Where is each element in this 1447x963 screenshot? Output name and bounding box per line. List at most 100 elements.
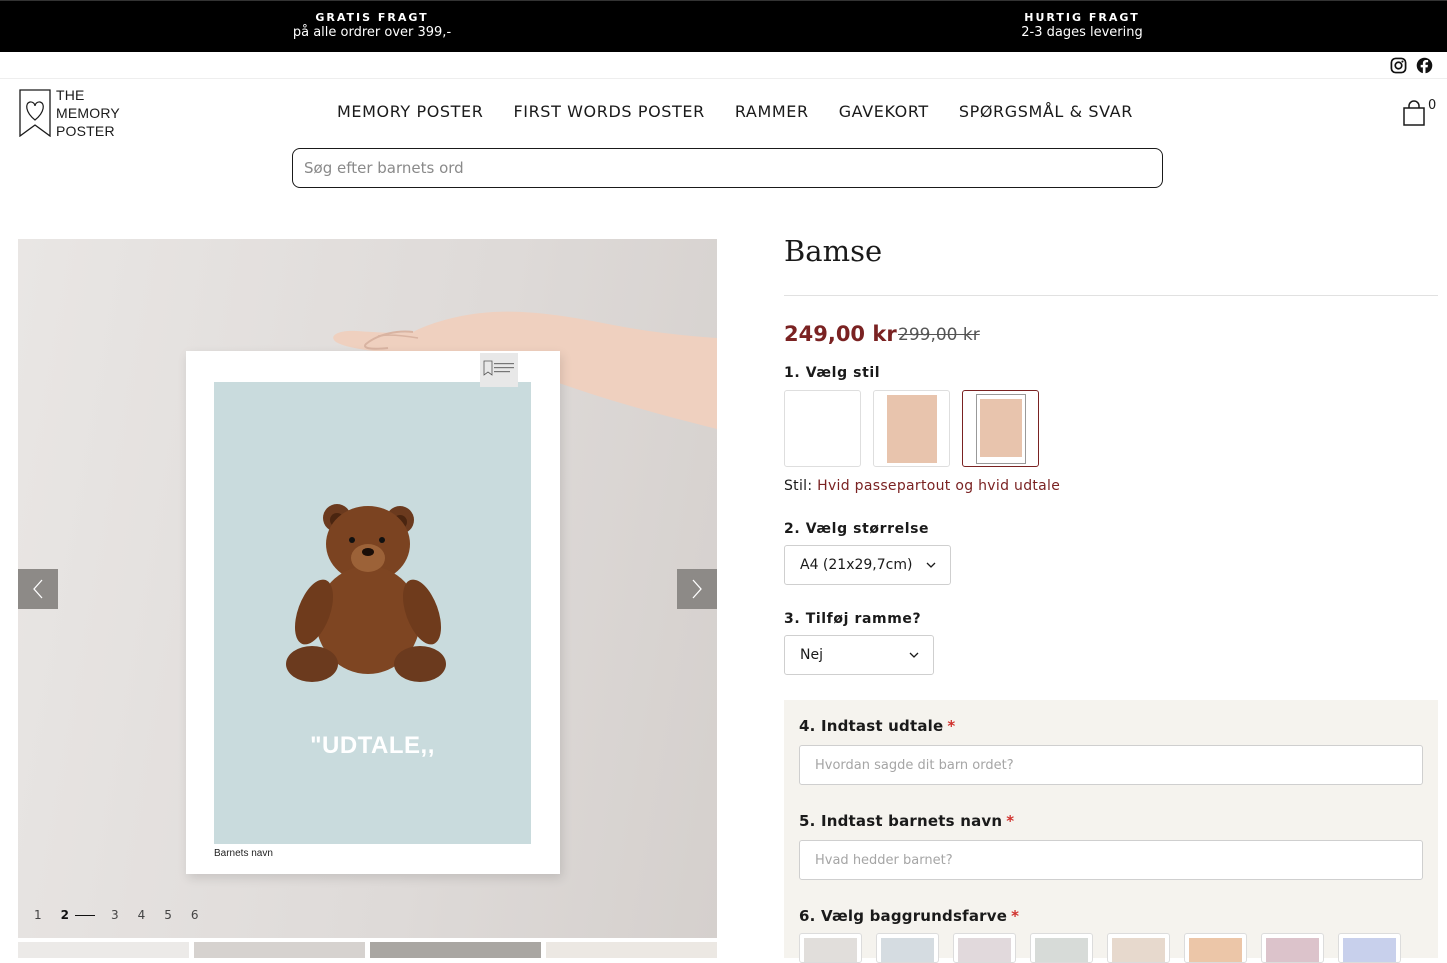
pager-item[interactable]: 1 [34, 908, 42, 922]
step5-label-text: 5. Indtast barnets navn [799, 812, 1003, 830]
style-prefix: Stil: [784, 478, 813, 494]
gallery-next-button[interactable] [677, 569, 717, 609]
nav-memory-poster[interactable]: MEMORY POSTER [337, 102, 483, 121]
chevron-left-icon [33, 579, 43, 599]
search-box [292, 148, 1163, 188]
color-swatch[interactable] [1184, 933, 1247, 963]
announcement-bar: GRATIS FRAGT på alle ordrer over 399,- H… [0, 0, 1447, 52]
logo-line: MEMORY [56, 105, 120, 121]
pager-item[interactable]: 5 [164, 908, 172, 922]
product-title: Bamse [784, 234, 883, 268]
step5-label: 5. Indtast barnets navn * [799, 812, 1014, 830]
step1-label: 1. Vælg stil [784, 365, 881, 381]
announcement-fast-shipping: HURTIG FRAGT 2-3 dages levering [972, 11, 1192, 40]
announcement-title: HURTIG FRAGT [1024, 11, 1140, 24]
poster-word: "UDTALE,, [310, 732, 435, 759]
gallery-prev-button[interactable] [18, 569, 58, 609]
poster-child-name: Barnets navn [214, 848, 273, 859]
required-mark: * [1006, 812, 1015, 830]
social-bar [0, 52, 1447, 79]
announcement-title: GRATIS FRAGT [315, 11, 429, 24]
step4-label: 4. Indtast udtale * [799, 717, 955, 735]
style-option-white[interactable] [784, 390, 861, 467]
step4-label-text: 4. Indtast udtale [799, 717, 944, 735]
announcement-subtitle: 2-3 dages levering [1021, 25, 1143, 40]
style-thumb [887, 395, 937, 463]
swatch-color [1112, 938, 1165, 962]
color-swatch[interactable] [799, 933, 862, 963]
step6-label: 6. Vælg baggrundsfarve * [799, 907, 1019, 925]
gallery-pager: 1 2 3 4 5 6 [34, 908, 218, 922]
step3-label: 3. Tilføj ramme? [784, 611, 922, 627]
nav-gavekort[interactable]: GAVEKORT [839, 102, 929, 121]
poster-background: "UDTALE,, [214, 382, 531, 844]
pager-item-active[interactable]: 2 [61, 908, 69, 922]
step6-label-text: 6. Vælg baggrundsfarve [799, 907, 1008, 925]
swatch-color [1266, 938, 1319, 962]
product-price-old: 299,00 kr [898, 325, 980, 345]
swatch-color [958, 938, 1011, 962]
logo-text: THE MEMORY POSTER [56, 86, 120, 140]
nav-first-words-poster[interactable]: FIRST WORDS POSTER [513, 102, 704, 121]
announcement-free-shipping: GRATIS FRAGT på alle ordrer over 399,- [262, 11, 482, 40]
cart-count: 0 [1428, 98, 1437, 113]
color-swatch[interactable] [953, 933, 1016, 963]
product-price: 249,00 kr [784, 322, 897, 346]
style-thumb [980, 399, 1022, 457]
style-option-passepartout[interactable] [962, 390, 1039, 467]
color-swatch[interactable] [1261, 933, 1324, 963]
pager-item[interactable]: 4 [138, 908, 146, 922]
chevron-down-icon [909, 652, 919, 658]
search-input[interactable] [293, 149, 1162, 187]
child-name-field [799, 840, 1423, 880]
pager-item[interactable]: 6 [191, 908, 199, 922]
poster-logo [480, 353, 518, 387]
chevron-right-icon [692, 579, 702, 599]
facebook-icon[interactable] [1416, 57, 1433, 74]
poster-logo-icon [483, 360, 514, 376]
pager-item[interactable]: 3 [111, 908, 119, 922]
cart-bag-icon[interactable] [1403, 100, 1425, 126]
style-option-colored[interactable] [873, 390, 950, 467]
nav-rammer[interactable]: RAMMER [735, 102, 809, 121]
thumbnail[interactable] [194, 942, 365, 958]
thumbnail[interactable] [18, 942, 189, 958]
thumbnail[interactable] [546, 942, 717, 958]
frame-select[interactable]: Nej [784, 635, 934, 675]
swatch-color [1343, 938, 1396, 962]
announcement-subtitle: på alle ordrer over 399,- [292, 25, 452, 40]
teddy-bear-image [286, 504, 446, 682]
swatch-color [881, 938, 934, 962]
pronunciation-field [799, 745, 1423, 785]
instagram-icon[interactable] [1390, 57, 1407, 74]
pager-active-indicator [75, 914, 95, 916]
swatch-color [1189, 938, 1242, 962]
divider [784, 295, 1438, 296]
color-swatch[interactable] [1030, 933, 1093, 963]
chevron-down-icon [926, 562, 936, 568]
customization-panel: 4. Indtast udtale* 5. Indtast barnets na… [784, 700, 1438, 963]
swatch-color [1035, 938, 1088, 962]
frame-select-value: Nej [800, 647, 823, 663]
nav-faq[interactable]: SPØRGSMÅL & SVAR [959, 102, 1133, 121]
poster-image: "UDTALE,, Barnets navn [186, 351, 560, 874]
site-logo[interactable]: THE MEMORY POSTER [19, 86, 129, 140]
style-selection: Stil: Hvid passepartout og hvid udtale [784, 478, 1060, 494]
logo-line: POSTER [56, 123, 115, 139]
color-swatch[interactable] [1338, 933, 1401, 963]
size-select[interactable]: A4 (21x29,7cm) [784, 545, 951, 585]
color-swatch[interactable] [876, 933, 939, 963]
step2-label: 2. Vælg størrelse [784, 521, 930, 537]
pronunciation-input[interactable] [800, 746, 1422, 784]
logo-heart-icon [19, 89, 51, 137]
product-gallery: "UDTALE,, Barnets navn 1 2 3 4 5 6 [18, 239, 717, 938]
style-value: Hvid passepartout og hvid udtale [817, 478, 1061, 494]
swatch-color [804, 938, 857, 962]
thumbnail[interactable] [370, 942, 541, 958]
size-select-value: A4 (21x29,7cm) [800, 557, 913, 573]
color-swatch[interactable] [1107, 933, 1170, 963]
logo-line: THE [56, 87, 85, 103]
gallery-thumbnails [18, 942, 717, 958]
required-mark: * [1011, 907, 1020, 925]
child-name-input[interactable] [800, 841, 1422, 879]
